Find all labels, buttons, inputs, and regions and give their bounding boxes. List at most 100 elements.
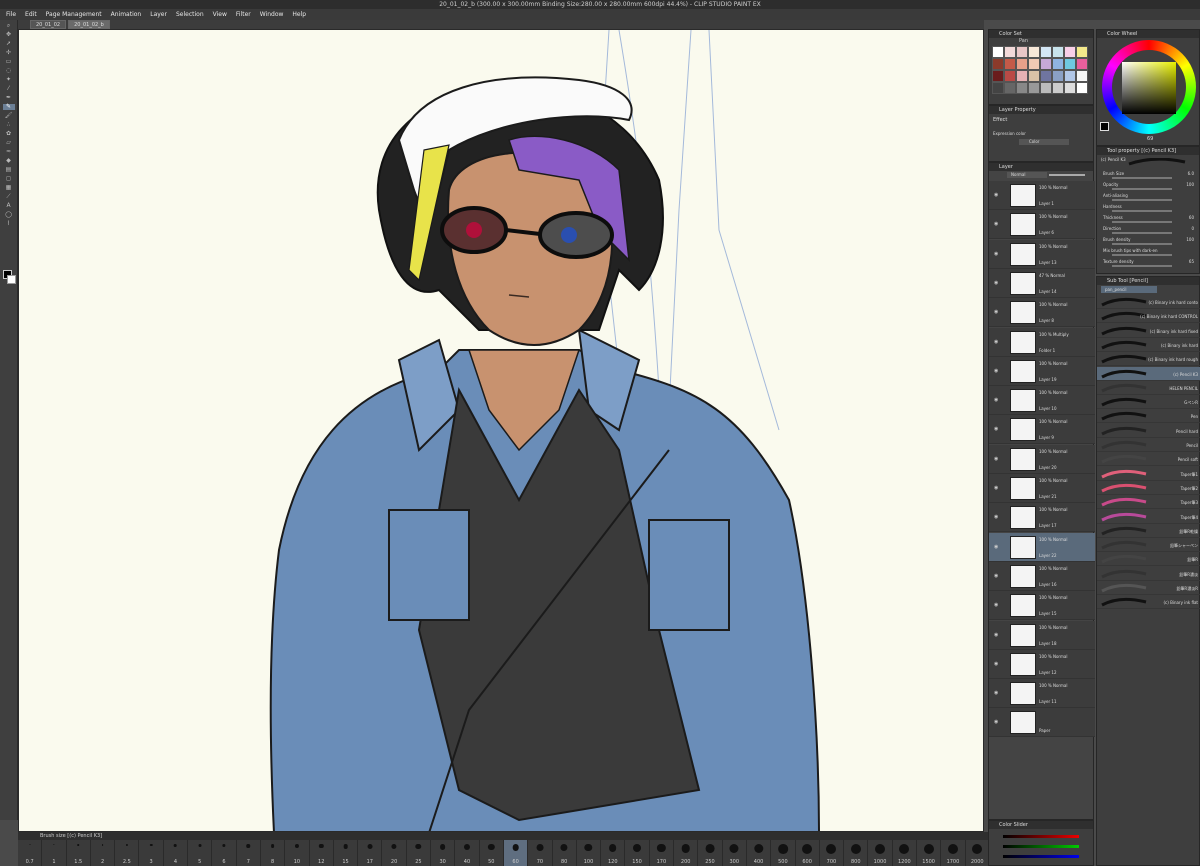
layer-row[interactable]: ◉ 100 % Normal Layer 21 <box>989 474 1095 503</box>
brush-size-option[interactable]: 0.7 <box>18 840 43 866</box>
color-swatch[interactable] <box>992 58 1004 70</box>
layer-row[interactable]: ◉ 100 % Normal Layer 8 <box>989 298 1095 328</box>
gradient-tool-icon[interactable]: ▤ <box>3 167 15 173</box>
brush-item[interactable]: (c) Binary ink hard rough <box>1097 352 1200 367</box>
color-swatch[interactable] <box>1016 46 1028 58</box>
eye-icon[interactable]: ◉ <box>994 339 998 345</box>
color-swatch[interactable] <box>1028 82 1040 94</box>
selection-tool-icon[interactable]: ▭ <box>3 59 15 65</box>
layer-row[interactable]: ◉ 100 % Normal Layer 12 <box>989 649 1095 679</box>
brush-item[interactable]: 鉛筆R <box>1097 552 1200 567</box>
layer-row[interactable]: ◉ 100 % Normal Layer 19 <box>989 356 1095 386</box>
brush-item[interactable]: (c) Binary ink hard conto <box>1097 295 1200 309</box>
pen-tool-icon[interactable]: ✒ <box>3 95 15 101</box>
layer-row[interactable]: ◉ 100 % Normal Layer 6 <box>989 210 1095 240</box>
brush-item[interactable]: Pen <box>1097 409 1200 424</box>
blend-tool-icon[interactable]: ≈ <box>3 149 15 155</box>
brush-item[interactable]: 鉛筆R濃淡R <box>1097 581 1200 595</box>
brush-size-option[interactable]: 700 <box>819 840 845 866</box>
color-swatch[interactable] <box>1064 46 1076 58</box>
layer-move-icon[interactable]: ✢ <box>3 50 15 56</box>
color-swatch[interactable] <box>1040 82 1052 94</box>
drawing-canvas[interactable] <box>18 29 984 832</box>
brush-size-option[interactable]: 1700 <box>941 840 966 866</box>
tool-prop-slider[interactable] <box>1112 210 1172 212</box>
tool-prop-slider[interactable] <box>1112 199 1172 201</box>
brush-item[interactable]: (c) Binary ink flat <box>1097 595 1200 610</box>
color-set-name[interactable]: Pan <box>1019 38 1028 44</box>
brush-size-option[interactable]: 6 <box>212 840 237 866</box>
brush-size-option[interactable]: 60 <box>503 840 529 866</box>
layer-row[interactable]: ◉ 100 % Normal Layer 1 <box>989 181 1095 210</box>
eye-icon[interactable]: ◉ <box>994 221 998 227</box>
layer-row[interactable]: ◉ 100 % Normal Layer 16 <box>989 561 1095 591</box>
green-slider[interactable] <box>1003 845 1079 848</box>
menu-help[interactable]: Help <box>292 9 306 20</box>
brush-size-option[interactable]: 120 <box>601 840 626 866</box>
layer-row[interactable]: ◉ 100 % Normal Layer 22 <box>989 532 1095 562</box>
eye-icon[interactable]: ◉ <box>994 573 998 579</box>
brush-item[interactable]: (c) Pencil K3 <box>1097 366 1200 381</box>
layer-row[interactable]: ◉ Paper <box>989 708 1095 738</box>
color-swatch[interactable] <box>992 70 1004 82</box>
brush-size-option[interactable]: 70 <box>528 840 553 866</box>
brush-size-option[interactable]: 30 <box>431 840 456 866</box>
color-swatch[interactable] <box>1016 58 1028 70</box>
menu-animation[interactable]: Animation <box>111 9 142 20</box>
tool-prop-slider[interactable] <box>1112 177 1172 179</box>
brush-size-option[interactable]: 1 <box>42 840 67 866</box>
color-swatch[interactable] <box>1028 46 1040 58</box>
tool-prop-slider[interactable] <box>1112 232 1172 234</box>
brush-size-option[interactable]: 1000 <box>868 840 893 866</box>
eye-icon[interactable]: ◉ <box>994 426 998 432</box>
color-swatch[interactable] <box>1052 58 1064 70</box>
layer-row[interactable]: ◉ 100 % Normal Layer 10 <box>989 386 1095 416</box>
sub-color-swatch[interactable] <box>7 275 16 284</box>
eye-icon[interactable]: ◉ <box>994 544 998 550</box>
brush-item[interactable]: Pencil <box>1097 438 1200 452</box>
brush-size-option[interactable]: 100 <box>576 840 602 866</box>
figure-tool-icon[interactable]: ◻ <box>3 176 15 182</box>
brush-size-option[interactable]: 40 <box>455 840 480 866</box>
brush-item[interactable]: Taper筆3 <box>1097 495 1200 510</box>
brush-size-option[interactable]: 4 <box>163 840 189 866</box>
color-swatch[interactable] <box>1040 46 1052 58</box>
brush-size-option[interactable]: 3 <box>139 840 164 866</box>
layer-row[interactable]: ◉ 100 % Normal Layer 13 <box>989 239 1095 269</box>
blue-slider[interactable] <box>1003 855 1079 858</box>
eye-icon[interactable]: ◉ <box>994 368 998 374</box>
menu-filter[interactable]: Filter <box>236 9 251 20</box>
brush-item[interactable]: Taper筆4 <box>1097 510 1200 524</box>
eraser-tool-icon[interactable]: ▱ <box>3 140 15 146</box>
brush-size-option[interactable]: 2 <box>90 840 116 866</box>
brush-item[interactable]: (c) Binary ink hard CONTROL <box>1097 309 1200 324</box>
tool-prop-slider[interactable] <box>1112 254 1172 256</box>
brush-item[interactable]: 鉛筆シャーペン <box>1097 538 1200 553</box>
eye-icon[interactable]: ◉ <box>994 397 998 403</box>
magic-wand-icon[interactable]: ✦ <box>3 77 15 83</box>
eye-icon[interactable]: ◉ <box>994 719 998 725</box>
brush-size-option[interactable]: 7 <box>236 840 261 866</box>
color-swatch[interactable] <box>1076 70 1088 82</box>
pencil-tool-icon[interactable]: ✎ <box>2 104 15 110</box>
menu-selection[interactable]: Selection <box>176 9 204 20</box>
brush-size-option[interactable]: 2000 <box>965 840 990 866</box>
color-swatch[interactable] <box>992 46 1004 58</box>
eye-icon[interactable]: ◉ <box>994 456 998 462</box>
layer-row[interactable]: ◉ 100 % Multiply Folder 1 <box>989 327 1095 357</box>
color-swatch[interactable] <box>1076 82 1088 94</box>
layer-row[interactable]: ◉ 100 % Normal Layer 11 <box>989 679 1095 709</box>
brush-size-option[interactable]: 1500 <box>916 840 942 866</box>
brush-size-option[interactable]: 15 <box>333 840 359 866</box>
color-swatch[interactable] <box>1028 70 1040 82</box>
brush-size-option[interactable]: 600 <box>795 840 820 866</box>
layer-row[interactable]: ◉ 47 % Normal Layer 14 <box>989 268 1095 298</box>
frame-tool-icon[interactable]: ▦ <box>3 185 15 191</box>
menu-file[interactable]: File <box>6 9 16 20</box>
tool-prop-slider[interactable] <box>1112 188 1172 190</box>
move-tool-icon[interactable]: ✥ <box>3 32 15 38</box>
balloon-tool-icon[interactable]: ◯ <box>3 212 15 218</box>
brush-size-option[interactable]: 400 <box>746 840 772 866</box>
eye-icon[interactable]: ◉ <box>994 192 998 198</box>
tool-prop-slider[interactable] <box>1112 243 1172 245</box>
